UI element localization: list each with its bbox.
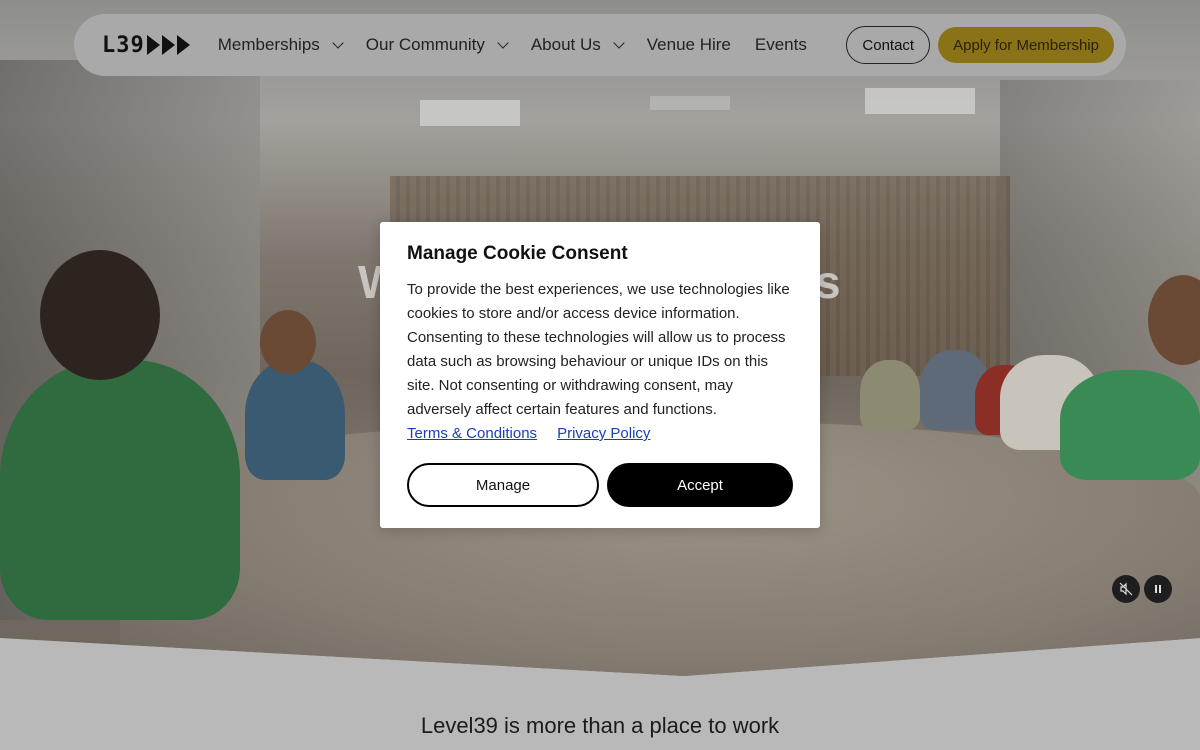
chevron-down-icon: [332, 37, 344, 49]
chevron-down-icon: [497, 37, 509, 49]
chevron-down-icon: [613, 37, 625, 49]
cookie-modal-actions: Manage Accept: [407, 463, 793, 507]
nav-item-label: Venue Hire: [646, 35, 731, 54]
ceiling-light: [650, 96, 730, 110]
person-head: [260, 310, 316, 374]
ceiling-light: [865, 88, 975, 114]
person-right: [1060, 370, 1200, 480]
logo-text: L39: [102, 32, 145, 58]
nav-item-events[interactable]: Events: [755, 35, 807, 55]
manage-button[interactable]: Manage: [407, 463, 599, 507]
nav-item-memberships[interactable]: Memberships: [217, 35, 344, 55]
nav-item-label: About Us: [530, 35, 601, 54]
logo-triangle-icon: [161, 35, 175, 55]
nav-item-about-us[interactable]: About Us: [530, 35, 625, 55]
accept-button[interactable]: Accept: [607, 463, 793, 507]
contact-button[interactable]: Contact: [846, 26, 931, 64]
pause-icon: [1155, 585, 1161, 593]
logo-triangle-icon: [176, 35, 190, 55]
person: [860, 360, 920, 430]
ceiling-light: [420, 100, 520, 126]
nav-item-label: Events: [754, 35, 807, 54]
person-left: [0, 360, 240, 620]
site-logo[interactable]: L39: [102, 33, 190, 58]
cookie-modal-body: To provide the best experiences, we use …: [407, 281, 790, 418]
mute-icon: [1119, 582, 1133, 596]
apply-for-membership-button[interactable]: Apply for Membership: [938, 27, 1114, 63]
cookie-consent-modal: Manage Cookie Consent To provide the bes…: [380, 222, 820, 528]
logo-triangle-icon: [146, 35, 160, 55]
main-navbar: L39 Memberships Our Community About Us V…: [74, 14, 1126, 76]
person: [245, 360, 345, 480]
terms-conditions-link[interactable]: Terms & Conditions: [407, 422, 537, 446]
privacy-policy-link[interactable]: Privacy Policy: [557, 422, 650, 446]
nav-item-venue-hire[interactable]: Venue Hire: [647, 35, 731, 55]
nav-item-our-community[interactable]: Our Community: [365, 35, 509, 55]
pause-button[interactable]: [1144, 575, 1172, 603]
mute-button[interactable]: [1112, 575, 1140, 603]
nav-item-label: Our Community: [365, 35, 485, 54]
nav-item-label: Memberships: [217, 35, 320, 54]
section-tagline: Level39 is more than a place to work: [420, 713, 780, 738]
person-head: [40, 250, 160, 380]
cookie-modal-title: Manage Cookie Consent: [407, 243, 628, 264]
cookie-modal-links: Terms & Conditions Privacy Policy: [407, 422, 793, 446]
